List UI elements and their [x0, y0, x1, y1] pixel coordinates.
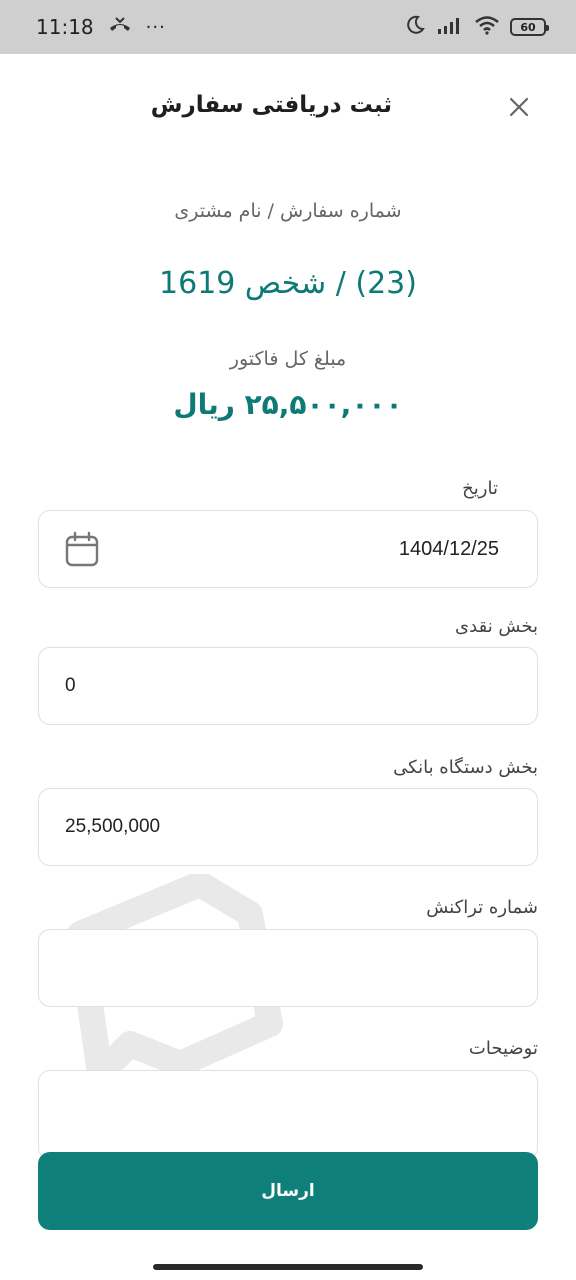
battery-icon: 60 [510, 18, 549, 36]
status-bar: 11:18 ··· 60 [0, 0, 576, 54]
pos-label: بخش دستگاه بانکی [393, 757, 538, 778]
missed-call-icon [108, 15, 132, 39]
pos-field[interactable] [38, 788, 538, 866]
status-left: 11:18 ··· [36, 15, 166, 39]
submit-button[interactable]: ارسال [38, 1152, 538, 1230]
transaction-input[interactable] [39, 930, 537, 1006]
invoice-label: مبلغ کل فاکتور [229, 348, 347, 370]
battery-level: 60 [520, 20, 536, 34]
order-value: (23) / شخص 1619 [159, 266, 417, 301]
order-label: شماره سفارش / نام مشتری [174, 200, 402, 222]
close-icon [509, 97, 529, 117]
cash-label: بخش نقدی [455, 616, 538, 637]
notes-input[interactable] [39, 1071, 537, 1159]
cash-field[interactable] [38, 647, 538, 725]
transaction-field[interactable] [38, 929, 538, 1007]
date-label: تاریخ [462, 478, 498, 499]
pos-input[interactable] [39, 789, 537, 865]
moon-icon [404, 14, 426, 40]
invoice-amount: ۲۵,۵۰۰,۰۰۰ ریال [173, 388, 403, 421]
notes-field[interactable] [38, 1070, 538, 1160]
date-field[interactable]: 1404/12/25 [38, 510, 538, 588]
cash-input[interactable] [39, 648, 537, 724]
home-indicator [0, 1254, 576, 1280]
status-dots: ··· [145, 16, 166, 38]
calendar-icon[interactable] [65, 531, 99, 567]
status-right: 60 [404, 14, 549, 40]
date-value: 1404/12/25 [398, 537, 499, 560]
status-time: 11:18 [36, 15, 94, 39]
transaction-label: شماره تراکنش [426, 897, 538, 918]
close-button[interactable] [504, 92, 534, 122]
notes-label: توضیحات [468, 1038, 538, 1059]
wifi-icon [474, 15, 500, 39]
page-title: ثبت دریافتی سفارش [150, 92, 392, 118]
home-bar[interactable] [153, 1264, 423, 1270]
bottom-sheet: ثبت دریافتی سفارش شماره سفارش / نام مشتر… [0, 54, 576, 1254]
signal-icon [436, 15, 464, 39]
